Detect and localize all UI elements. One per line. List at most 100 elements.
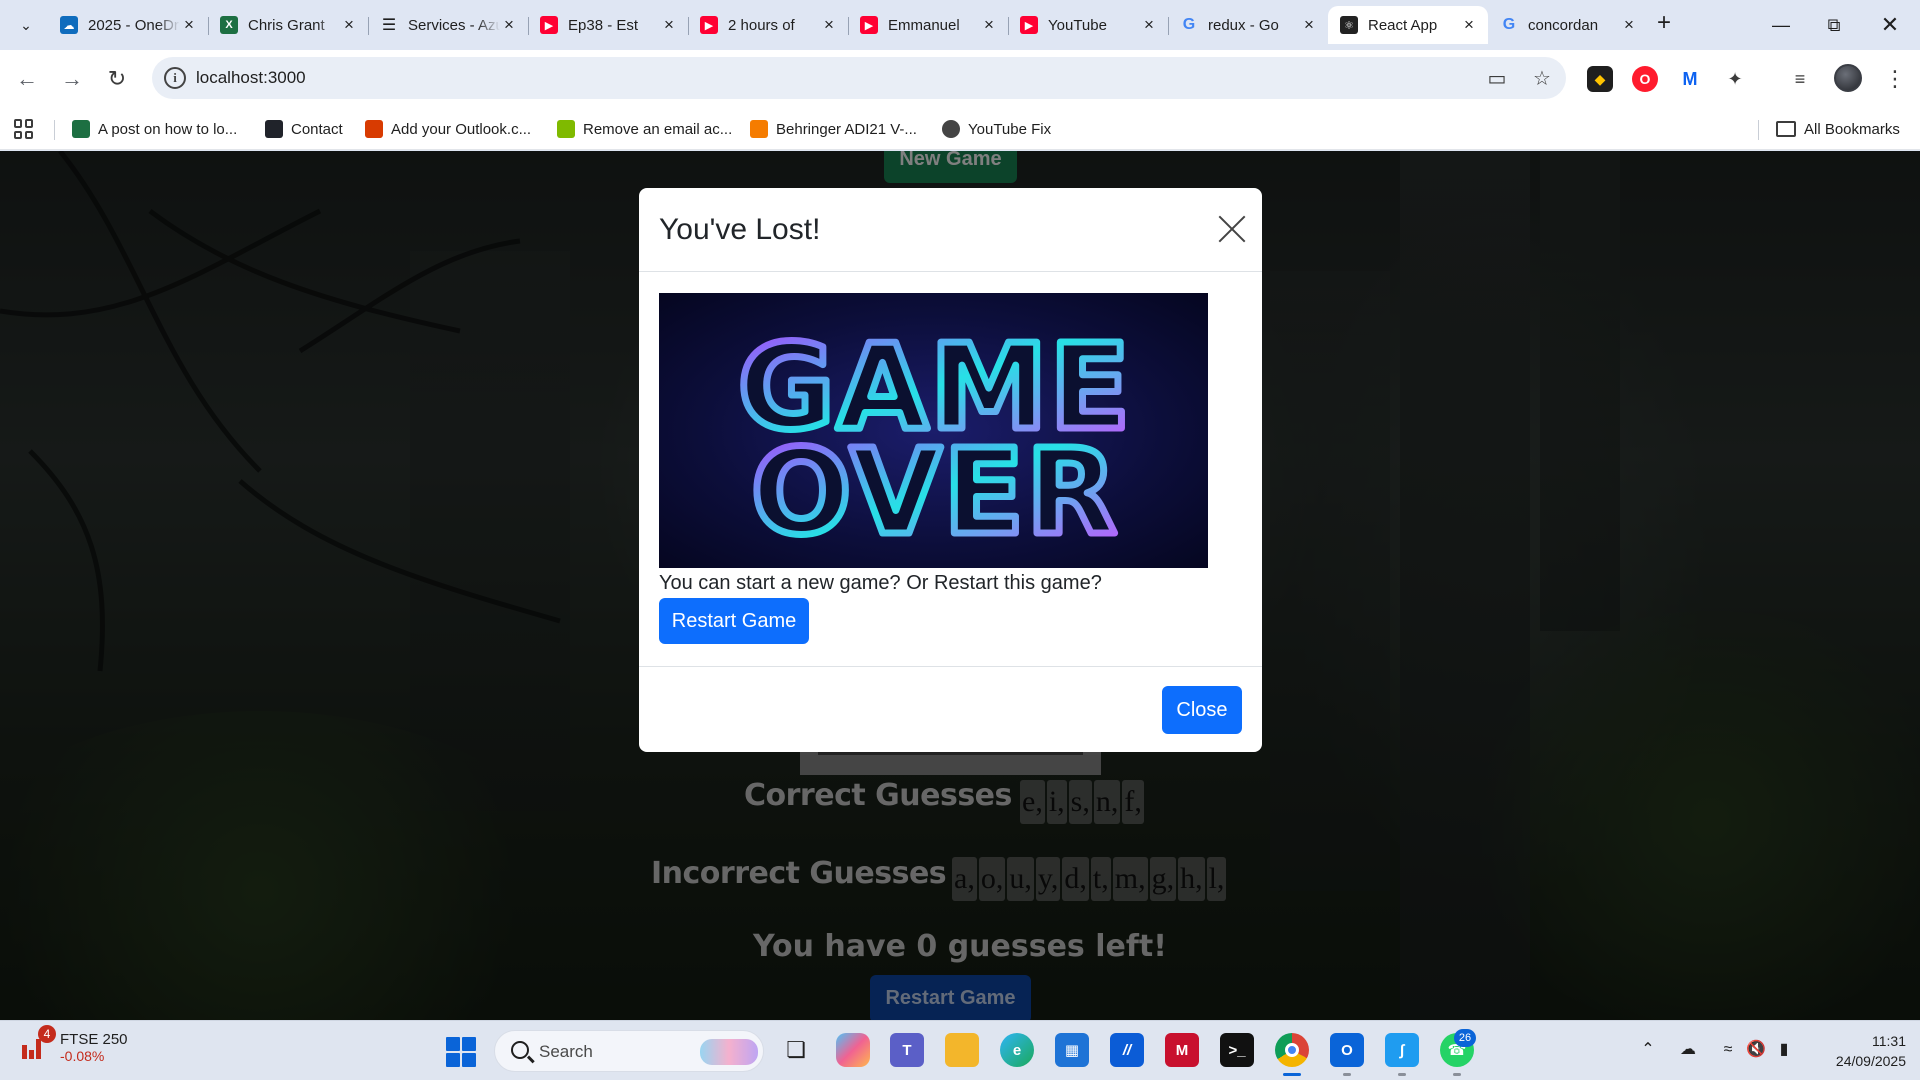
bookmark-favicon-icon [265,120,283,138]
apps-grid-icon[interactable] [14,119,34,139]
new-tab-button[interactable]: + [1650,10,1678,38]
store-icon[interactable]: ▦ [1055,1033,1089,1067]
tab-close-icon[interactable]: × [1620,16,1638,34]
modal-close-button[interactable]: Close [1162,686,1242,734]
excel-icon: X [220,16,238,34]
tab-close-icon[interactable]: × [820,16,838,34]
youtube-icon: ▶ [540,16,558,34]
terminal-icon[interactable]: >_ [1220,1033,1254,1067]
media-controls-icon[interactable]: ≡ [1787,66,1813,92]
vscode-running-indicator [1398,1073,1406,1076]
stock-chart-icon: 4 [22,1025,56,1061]
task-view-icon[interactable]: ❏ [779,1033,813,1067]
bookmarks-divider [1758,120,1759,140]
start-button[interactable] [446,1037,476,1067]
modal-restart-button[interactable]: Restart Game [659,598,809,644]
install-app-icon[interactable]: ▭ [1485,67,1509,91]
chrome-icon[interactable] [1275,1033,1309,1067]
remote-desktop-icon[interactable]: // [1110,1033,1144,1067]
modal-message: You can start a new game? Or Restart thi… [659,572,1102,594]
tab-3[interactable]: ▶ Ep38 - Est × [528,6,688,44]
file-explorer-icon[interactable] [945,1033,979,1067]
back-button[interactable]: ← [12,64,42,94]
vscode-icon[interactable]: ∫ [1385,1033,1419,1067]
tab-5[interactable]: ▶ Emmanuel × [848,6,1008,44]
google-icon: G [1502,16,1516,33]
tab-0[interactable]: ☁ 2025 - OneDrive× [48,6,208,44]
close-window-button[interactable]: ✕ [1862,0,1918,50]
teams-icon[interactable]: T [890,1033,924,1067]
modal-title: You've Lost! [659,213,821,246]
tab-close-icon[interactable]: × [1300,16,1318,34]
tab-close-icon[interactable]: × [500,16,518,34]
extensions-puzzle-icon[interactable]: ✦ [1722,66,1748,92]
bookmark-star-icon[interactable]: ☆ [1530,67,1554,91]
tab-search-button[interactable]: ⌄ [10,10,42,40]
windows-taskbar: 4 FTSE 250 -0.08% Search ❏ T e ▦ // M >_… [0,1020,1920,1080]
chrome-active-indicator [1283,1073,1301,1076]
browser-menu-icon[interactable]: ⋮ [1880,64,1910,94]
modal-header: You've Lost! [639,188,1262,272]
copilot-icon[interactable] [836,1033,870,1067]
onedrive-cloud-icon[interactable]: ☁ [1677,1039,1699,1061]
mcafee-icon[interactable]: M [1165,1033,1199,1067]
bookmark-5[interactable]: YouTube Fix [942,116,1051,142]
tab-title: Services - Azure [408,16,500,34]
taskbar-search[interactable]: Search [494,1030,764,1072]
search-label: Search [539,1042,593,1061]
restore-button[interactable]: ⧉ [1806,0,1862,50]
bookmark-label: Remove an email ac... [583,120,733,138]
tab-2[interactable]: ☰ Services - Azure× [368,6,528,44]
site-info-icon[interactable]: i [164,67,186,89]
close-icon[interactable] [1217,214,1247,244]
tab-7[interactable]: Gredux - Go × [1168,6,1328,44]
profile-avatar[interactable] [1834,64,1862,92]
extension-malwarebytes-icon[interactable]: M [1677,66,1703,92]
tab-close-icon[interactable]: × [1460,16,1478,34]
tab-9[interactable]: Gconcordan × [1488,6,1648,44]
whatsapp-running-indicator [1453,1073,1461,1076]
all-bookmarks-label: All Bookmarks [1804,120,1900,138]
tab-close-icon[interactable]: × [340,16,358,34]
edge-icon[interactable]: e [1000,1033,1034,1067]
outlook-running-indicator [1343,1073,1351,1076]
bookmark-1[interactable]: Contact [265,116,343,142]
tab-strip: ⌄ ☁2025 - OneDrive×XChris Grant×☰Service… [0,0,1920,50]
address-bar[interactable]: i localhost:3000 ▭ ☆ [152,57,1566,99]
browser-toolbar: ← → ↻ i localhost:3000 ▭ ☆ ◆ O M ✦ ≡ ⋮ [0,50,1920,108]
tab-list: ☁2025 - OneDrive×XChris Grant×☰Services … [48,6,1648,50]
clock-time: 11:31 [1872,1033,1906,1049]
tab-1[interactable]: X Chris Grant × [208,6,368,44]
bookmark-0[interactable]: A post on how to lo... [72,116,237,142]
tab-close-icon[interactable]: × [1140,16,1158,34]
wifi-icon[interactable]: ≈ [1717,1039,1739,1061]
tab-close-icon[interactable]: × [980,16,998,34]
tab-4[interactable]: ▶ 2 hours of × [688,6,848,44]
outlook-icon[interactable]: O [1330,1033,1364,1067]
youtube-icon: ▶ [860,16,878,34]
battery-icon[interactable]: ▮ [1773,1039,1795,1061]
tab-8[interactable]: ⚛ React App × [1328,6,1488,44]
reload-button[interactable]: ↻ [102,64,132,94]
tab-title: React App [1368,16,1438,34]
bookmark-3[interactable]: Remove an email ac... [557,116,732,142]
tray-overflow-chevron-icon[interactable]: ⌃ [1637,1039,1659,1061]
system-clock[interactable]: 11:31 24/09/2025 [1806,1031,1906,1071]
modal-footer-divider [639,666,1262,667]
bookmark-4[interactable]: Behringer ADI21 V-... [750,116,917,142]
extension-opera-icon[interactable]: O [1632,66,1658,92]
volume-muted-icon[interactable]: 🔇 [1745,1039,1767,1061]
bookmarks-divider [54,120,55,140]
tab-title: 2025 - OneDrive [88,16,180,34]
minimize-button[interactable]: — [1753,0,1809,50]
tab-6[interactable]: ▶ YouTube × [1008,6,1168,44]
stock-widget[interactable]: 4 FTSE 250 -0.08% [22,1025,128,1064]
tab-close-icon[interactable]: × [660,16,678,34]
tab-close-icon[interactable]: × [180,16,198,34]
extension-binance-icon[interactable]: ◆ [1587,66,1613,92]
bookmark-favicon-icon [72,120,90,138]
address-url[interactable]: localhost:3000 [196,68,306,88]
bookmark-2[interactable]: Add your Outlook.c... [365,116,531,142]
forward-button[interactable]: → [57,64,87,94]
all-bookmarks-button[interactable]: All Bookmarks [1776,116,1900,142]
